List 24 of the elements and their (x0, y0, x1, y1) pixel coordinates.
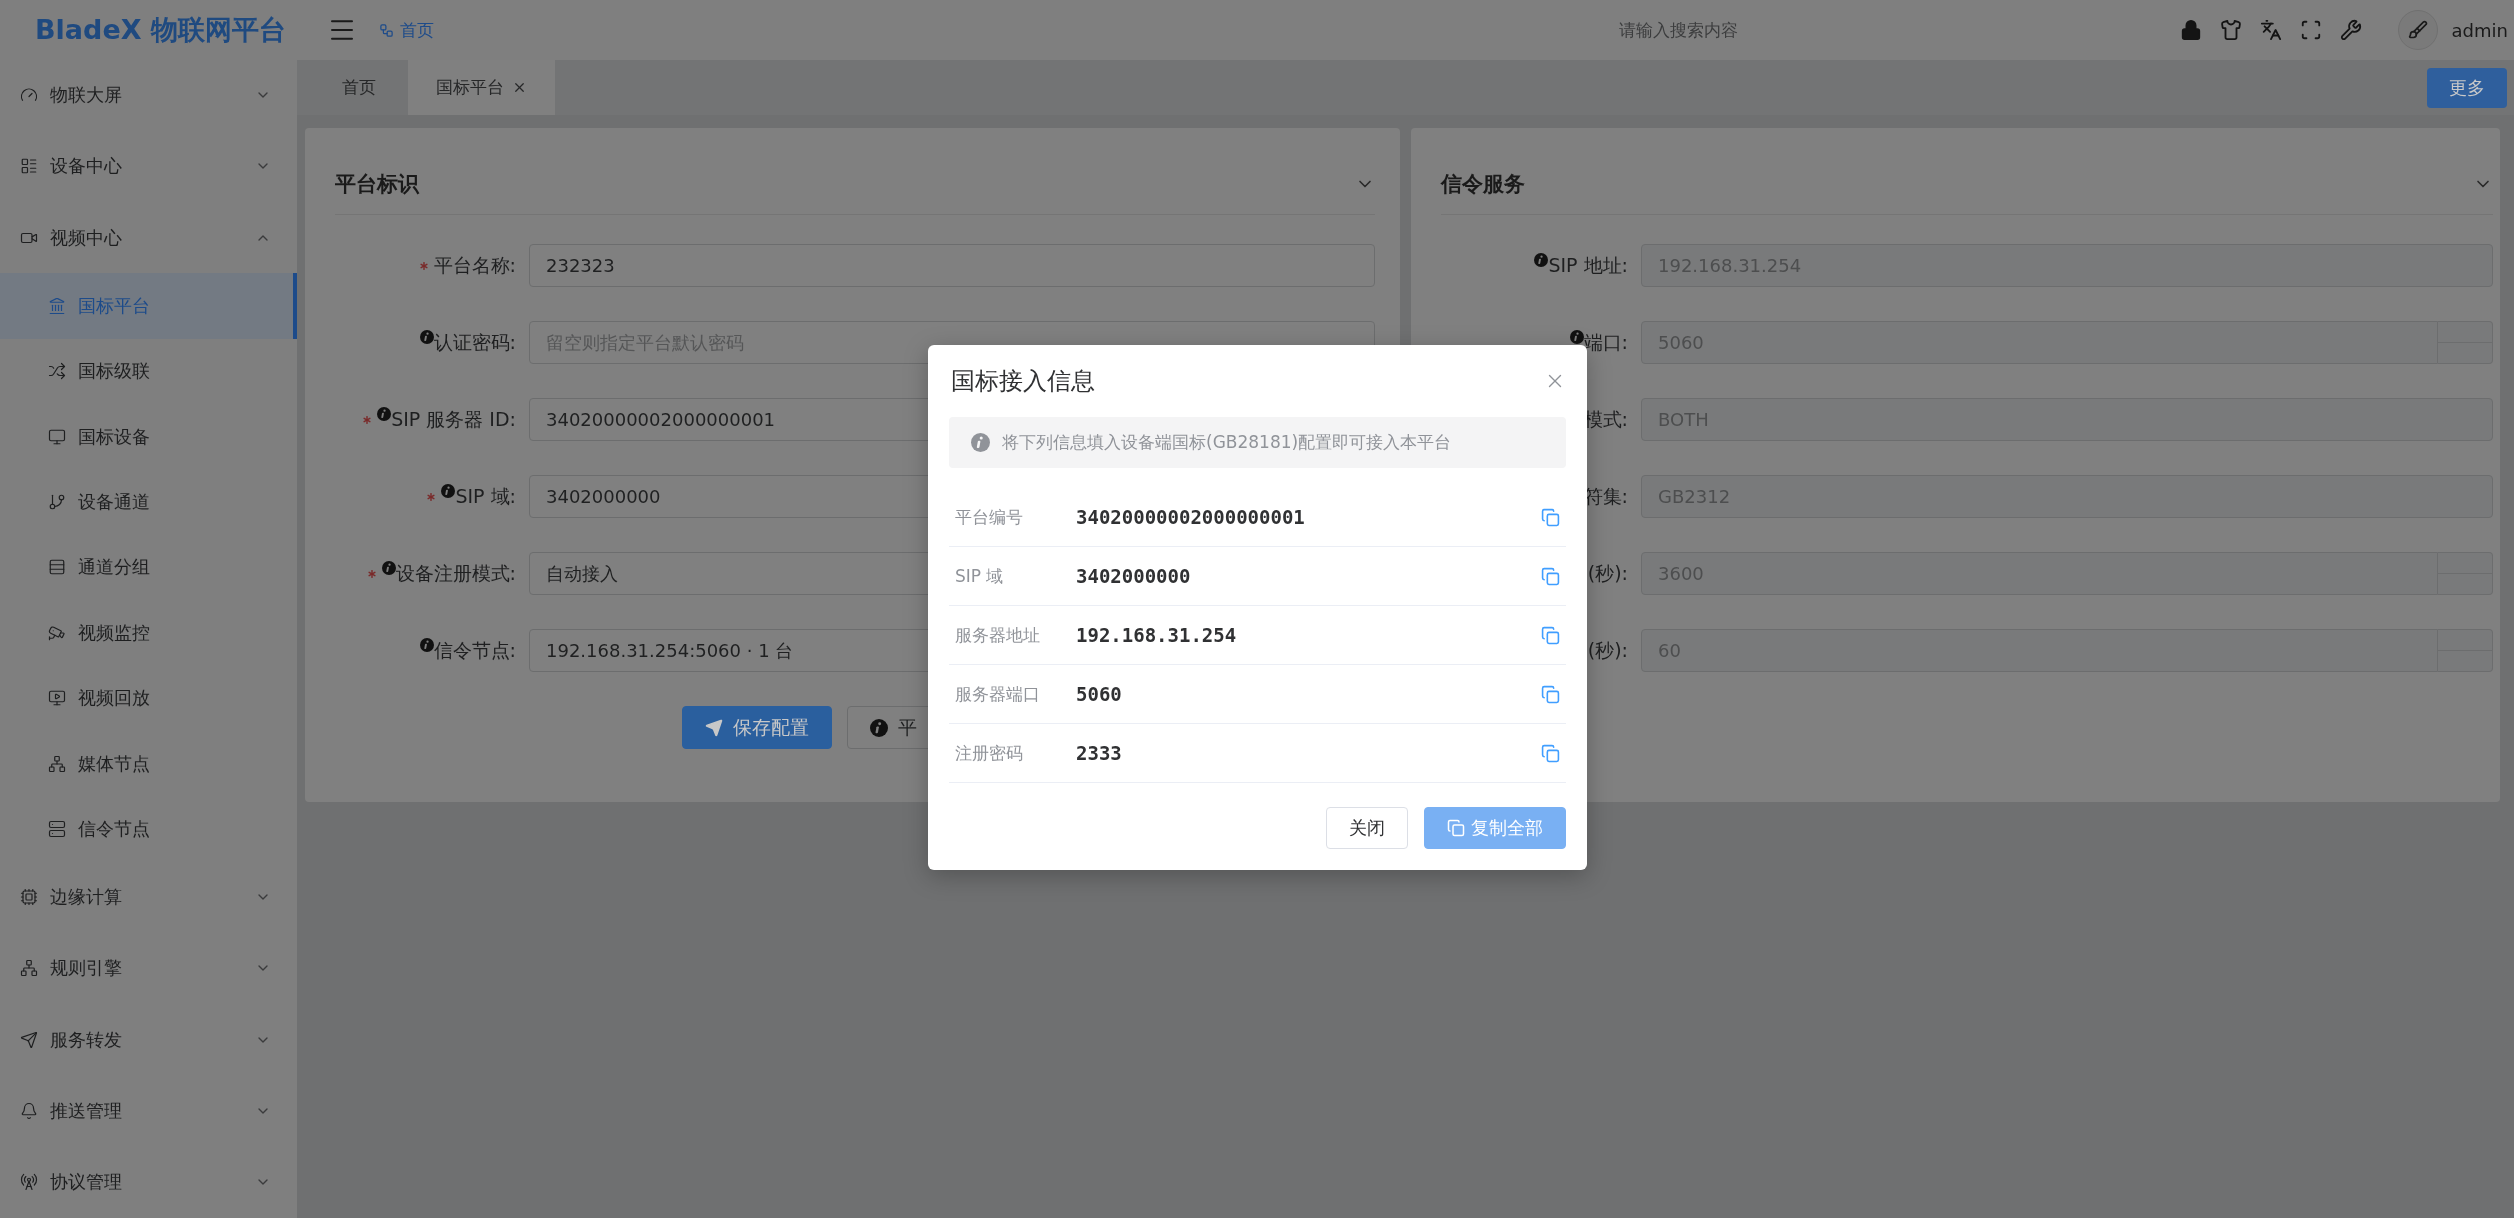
field-label: 端口: (1583, 329, 1628, 355)
app-logo: BladeX 物联网平台 (34, 12, 287, 47)
card-title: 平台标识 (335, 171, 419, 198)
card-title: 信令服务 (1441, 171, 1525, 198)
field-label: (秒): (1587, 560, 1628, 586)
info-value: 5060 (1076, 683, 1123, 705)
info-label: SIP 域 (955, 564, 1005, 588)
field-label: 信令节点: (433, 637, 516, 663)
field-label: 设备注册模式: (395, 560, 516, 586)
info-value: 34020000002000000001 (1076, 506, 1306, 528)
field-label: 平台名称: (433, 252, 516, 278)
field-label: (秒): (1587, 637, 1628, 663)
info-value: 3402000000 (1076, 565, 1192, 587)
info-label: 服务器端口 (955, 682, 1041, 706)
field-label: SIP 地址: (1548, 252, 1628, 278)
info-value: 192.168.31.254 (1076, 624, 1238, 646)
field-label: SIP 服务器 ID: (391, 406, 516, 432)
notice-text: 将下列信息填入设备端国标(GB28181)配置即可接入本平台 (1002, 431, 1452, 454)
field-label: SIP 域: (455, 483, 516, 509)
dialog-title: 国标接入信息 (951, 366, 1095, 397)
info-label: 平台编号 (955, 505, 1024, 529)
field-label: 认证密码: (433, 329, 516, 355)
info-label: 服务器地址 (955, 623, 1041, 647)
info-value: 2333 (1076, 742, 1123, 764)
